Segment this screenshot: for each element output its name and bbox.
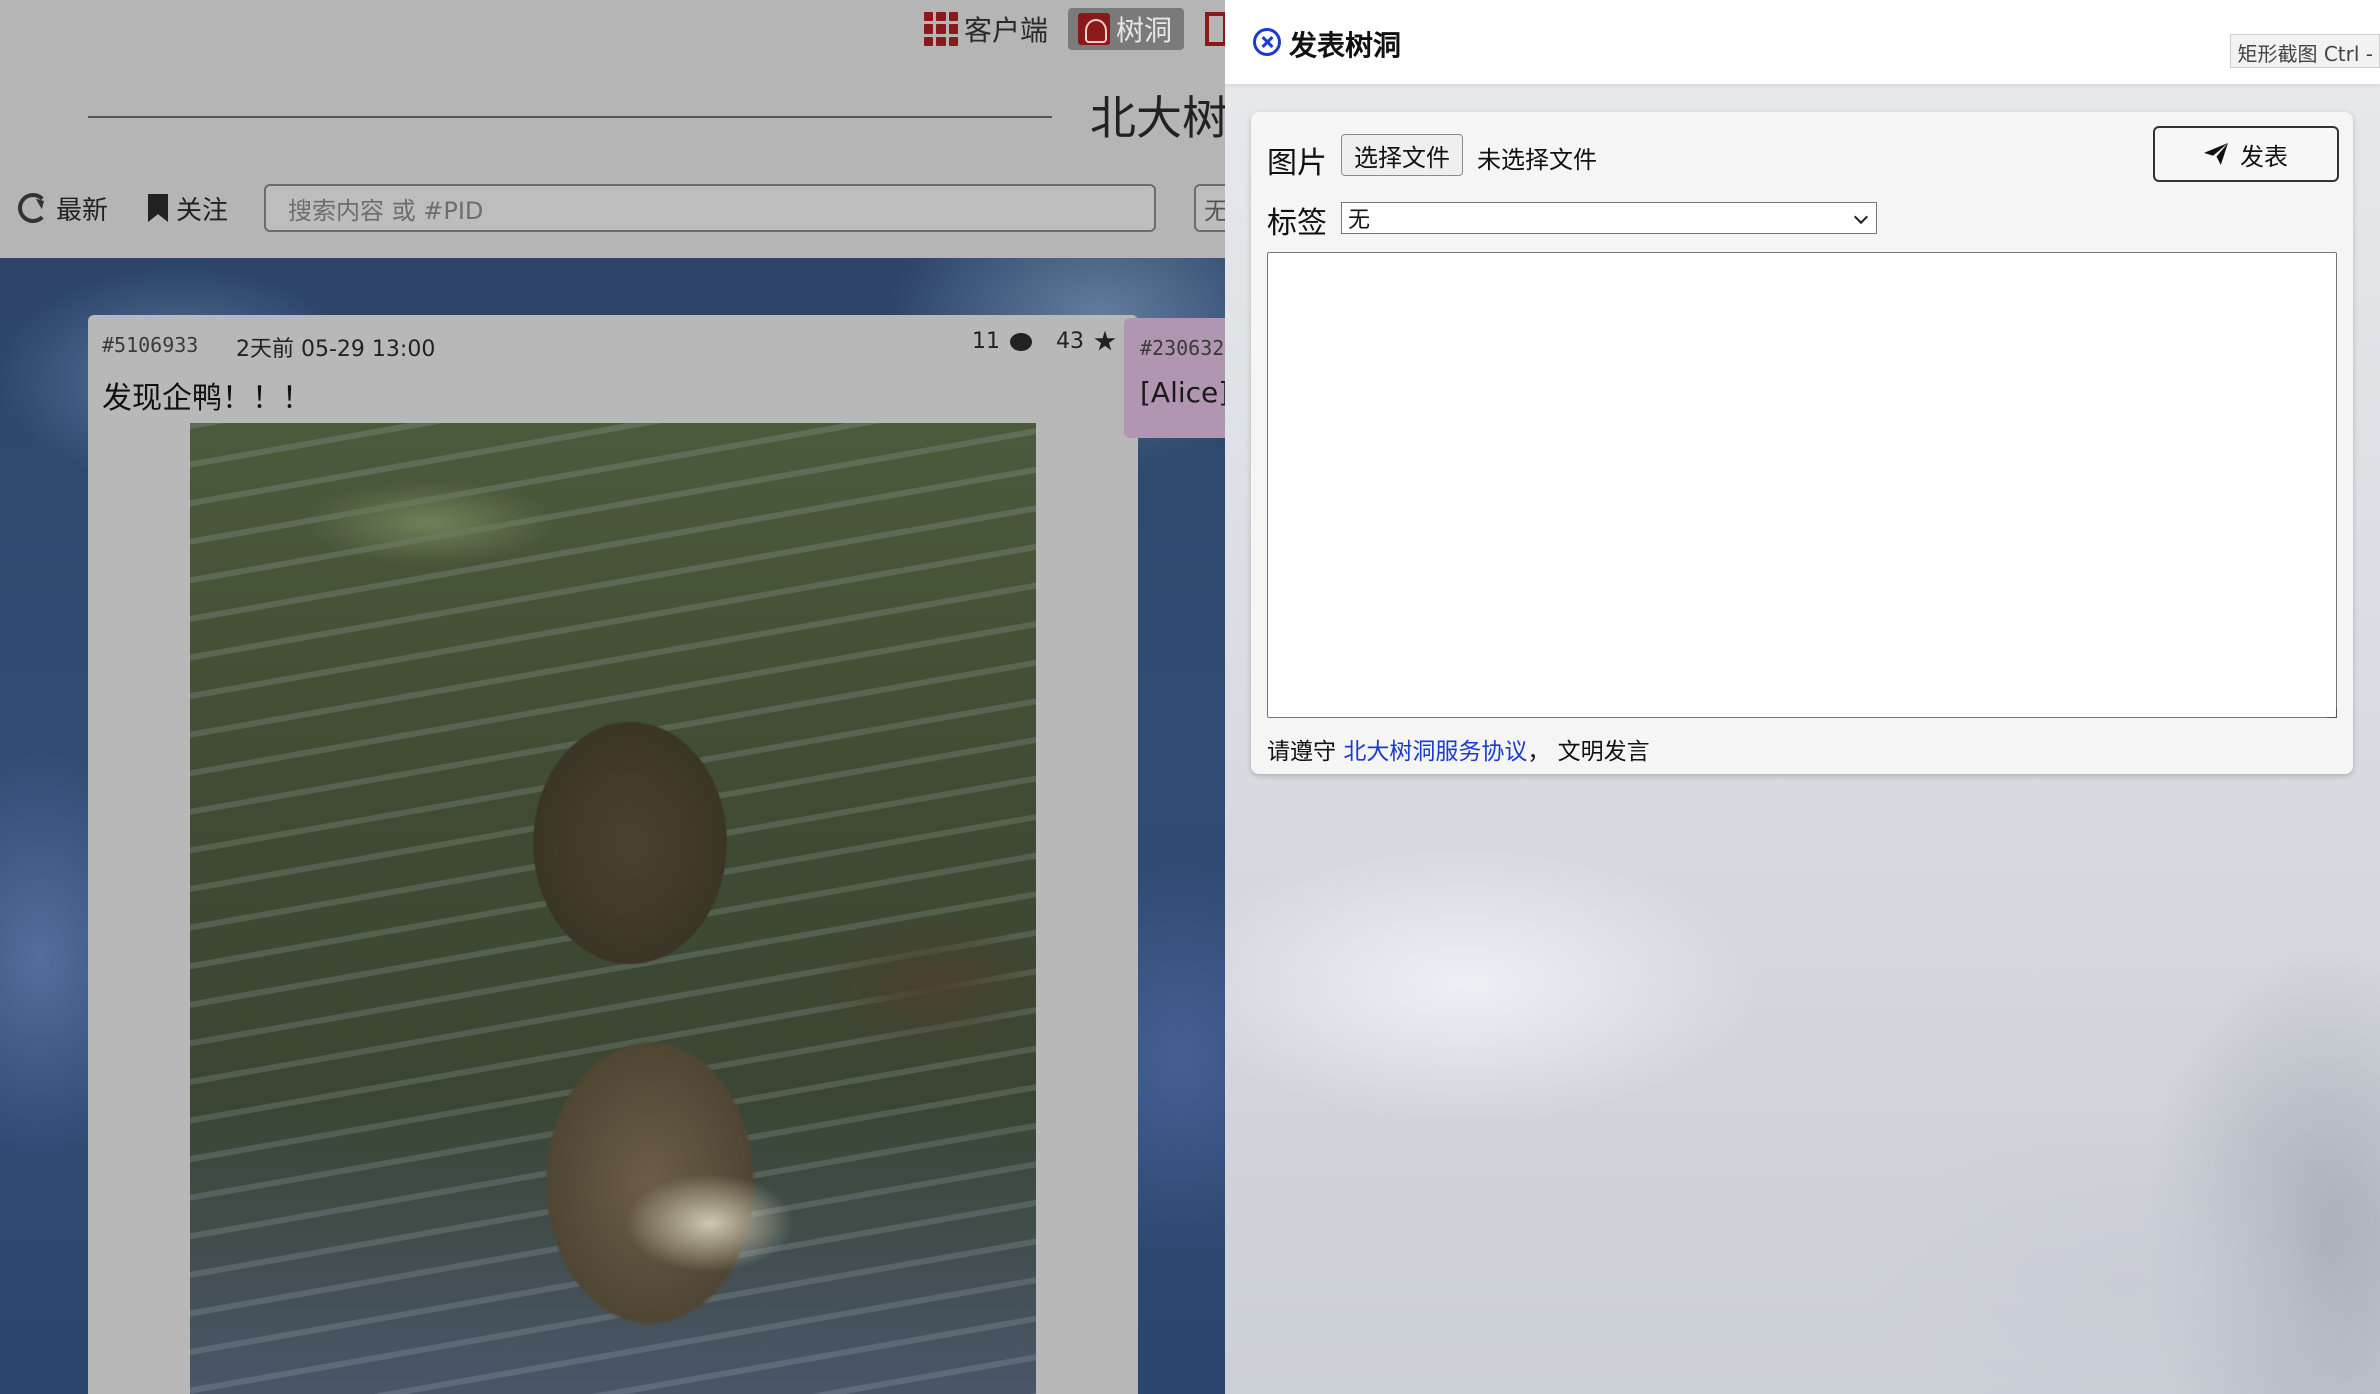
choose-file-button[interactable]: 选择文件 (1341, 134, 1463, 176)
attention-button[interactable]: 关注 (148, 186, 228, 230)
post-time: 2天前 05-29 13:00 (236, 337, 436, 362)
send-icon (2204, 143, 2228, 165)
file-status: 未选择文件 (1477, 146, 1597, 174)
rules-suffix: ， 文明发言 (1527, 739, 1650, 765)
site-title: 北大树洞 (1090, 91, 1225, 145)
nav-treehole-link[interactable]: 树洞 (1068, 8, 1185, 50)
title-divider (88, 116, 1052, 118)
tag-select[interactable]: 无 (1341, 202, 1877, 234)
treehole-logo-icon (1078, 13, 1110, 45)
refresh-button[interactable]: 最新 (18, 186, 108, 230)
close-circle-icon[interactable] (1253, 28, 1281, 56)
refresh-label: 最新 (56, 195, 109, 226)
post-text: 发现企鸭！！！ (102, 381, 312, 416)
search-input[interactable]: 搜索内容 或 #PID (264, 184, 1156, 232)
compose-sidebar: 发表树洞 矩形截图 Ctrl - 图片 选择文件 未选择文件 发表 标签 无 请… (1225, 0, 2380, 1394)
post-content-textarea[interactable] (1267, 252, 2337, 718)
post-pid: #5106933 (102, 333, 199, 357)
post-image-duckling[interactable] (190, 423, 1036, 1394)
reply-count: 11 (972, 329, 1000, 354)
search-mode-label: 无 (1204, 196, 1225, 225)
app-background: 客户端 树洞 北大树洞 最新 关注 搜索内容 或 #PID 无 #5106933… (0, 0, 1225, 1394)
nav-client-link[interactable]: 客户端 (924, 8, 1048, 50)
document-icon (1205, 12, 1225, 46)
nav-treehole-label: 树洞 (1116, 14, 1173, 47)
comment-icon (1010, 332, 1032, 351)
tag-label: 标签 (1267, 206, 1327, 241)
chevron-down-icon (1853, 209, 1869, 225)
resize-handle[interactable] (2327, 708, 2337, 718)
post-stats: 11 43 (972, 329, 1116, 354)
compose-form: 图片 选择文件 未选择文件 发表 标签 无 请遵守 北大树洞服务协议， 文明发言 (1251, 112, 2353, 774)
submit-button[interactable]: 发表 (2153, 126, 2339, 182)
post-card[interactable]: #5106933 2天前 05-29 13:00 11 43 发现企鸭！！！ (88, 315, 1138, 1394)
sidebar-title: 发表树洞 (1289, 29, 1402, 62)
nav-more-link[interactable] (1205, 8, 1225, 50)
rules-notice: 请遵守 北大树洞服务协议， 文明发言 (1267, 732, 1650, 766)
search-mode-select[interactable]: 无 (1194, 184, 1225, 232)
snip-tooltip: 矩形截图 Ctrl - (2230, 34, 2380, 68)
bookmark-icon (148, 194, 168, 222)
nav-client-label: 客户端 (964, 14, 1049, 47)
attention-label: 关注 (176, 195, 229, 226)
post-pid: #230632 (1140, 336, 1225, 360)
star-icon (1094, 330, 1116, 351)
rules-prefix: 请遵守 (1267, 739, 1336, 765)
service-agreement-link[interactable]: 北大树洞服务协议 (1343, 739, 1527, 765)
search-placeholder: 搜索内容 或 #PID (288, 196, 484, 225)
tag-selected-value: 无 (1348, 208, 1371, 233)
refresh-icon (18, 193, 48, 223)
sidebar-header: 发表树洞 矩形截图 Ctrl - (1225, 0, 2380, 84)
qr-code-icon (924, 12, 958, 46)
like-count: 43 (1056, 329, 1084, 354)
post-card[interactable]: #230632 [Alice] (1124, 318, 1225, 438)
image-label: 图片 (1267, 146, 1327, 181)
post-text: [Alice] (1140, 376, 1225, 409)
submit-label: 发表 (2240, 142, 2288, 171)
